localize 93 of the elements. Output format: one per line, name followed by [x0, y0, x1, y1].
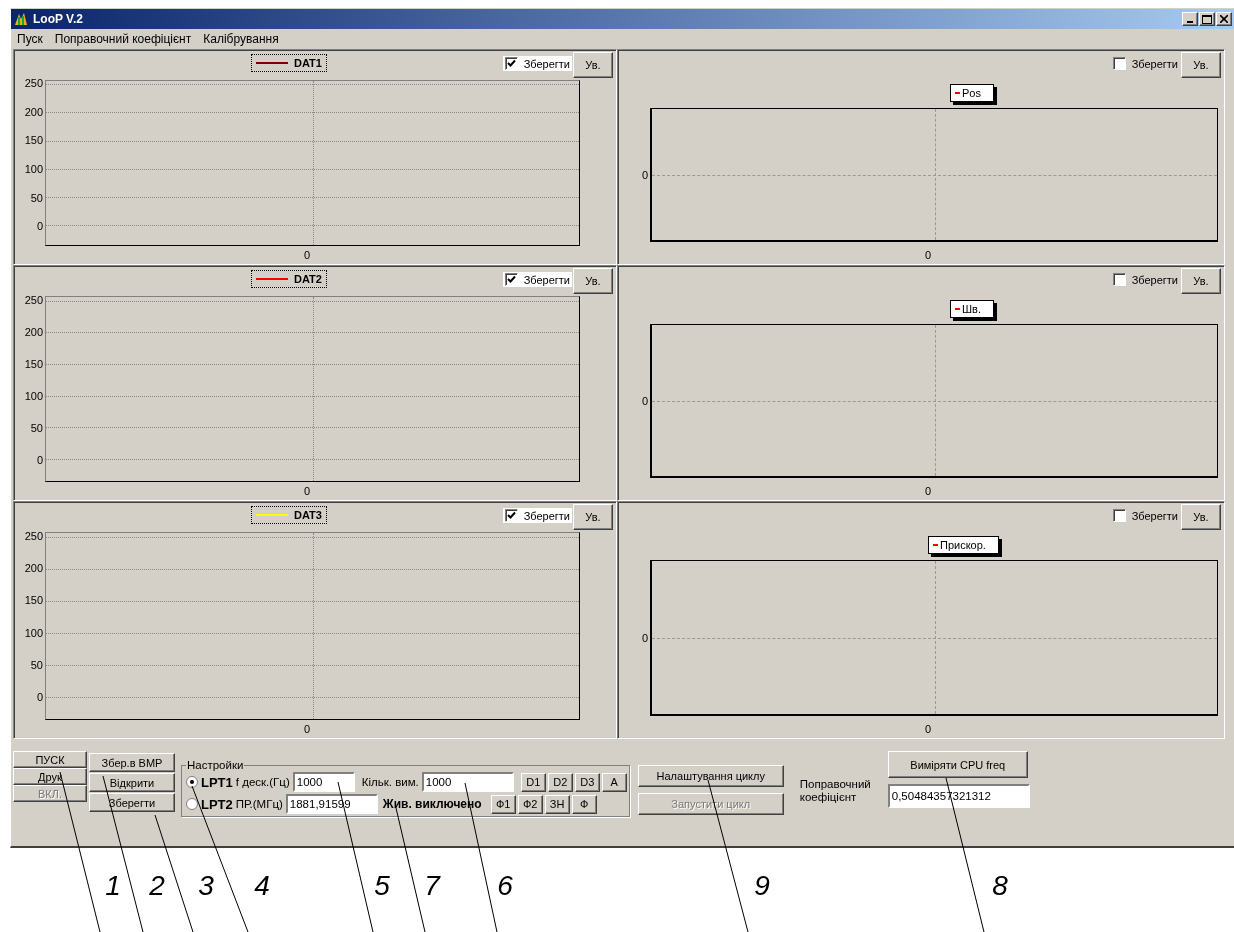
- window-title: LooP V.2: [33, 12, 84, 26]
- axis-tick-label: 100: [24, 389, 43, 402]
- input-field[interactable]: 1000: [421, 772, 514, 792]
- group-title: Настройки: [186, 759, 245, 771]
- axis-tick-label: 200: [24, 325, 43, 338]
- zoom-button[interactable]: Ув.: [1181, 268, 1221, 294]
- callout-number: 6: [497, 870, 513, 901]
- zoom-button[interactable]: Ув.: [1181, 52, 1221, 78]
- axis-tick-label: 200: [24, 562, 43, 575]
- radio-button[interactable]: [186, 798, 198, 810]
- callout-number: 4: [254, 870, 270, 901]
- channel-button[interactable]: Ф2: [517, 794, 543, 814]
- cycle-button[interactable]: Налаштування циклу: [637, 765, 784, 787]
- zoom-button[interactable]: Ув.: [573, 268, 613, 294]
- callout-number: 8: [992, 870, 1008, 901]
- axis-tick-label: 0: [303, 249, 311, 261]
- axis-tick-label: 150: [24, 594, 43, 607]
- axis-tick-label: 150: [24, 134, 43, 147]
- field-label: Кільк. вим.: [361, 776, 419, 788]
- chart-legend: Pos: [950, 84, 994, 102]
- axis-tick-label: 100: [24, 162, 43, 175]
- zoom-button[interactable]: Ув.: [1181, 504, 1221, 530]
- radio-label[interactable]: LPT2: [201, 796, 233, 812]
- channel-button[interactable]: Ф: [571, 794, 597, 814]
- status-text: Жив. виключено: [382, 797, 482, 811]
- callout-number: 2: [149, 870, 165, 901]
- axis-tick-label: 0: [303, 723, 311, 735]
- axis-tick-label: 200: [24, 105, 43, 118]
- radio-button[interactable]: [186, 776, 198, 788]
- channel-button[interactable]: A: [601, 772, 627, 792]
- checkbox[interactable]: [504, 57, 518, 70]
- axis-tick-label: 0: [924, 249, 932, 261]
- channel-button[interactable]: ЗН: [544, 794, 570, 814]
- axis-tick-label: 0: [303, 485, 311, 497]
- checkbox[interactable]: [504, 509, 518, 522]
- channel-button[interactable]: D1: [520, 772, 546, 792]
- input-field[interactable]: 1000: [292, 772, 355, 792]
- field-label: f деск.(Гц): [235, 776, 290, 788]
- checkbox[interactable]: [1112, 57, 1126, 70]
- axis-tick-label: 0: [924, 723, 932, 735]
- checkbox-label[interactable]: Зберегти: [1131, 57, 1178, 70]
- checkbox-label[interactable]: Зберегти: [1131, 509, 1178, 522]
- axis-tick-label: 50: [30, 421, 43, 434]
- chart-legend: Шв.: [950, 300, 994, 318]
- zoom-button[interactable]: Ув.: [573, 504, 613, 530]
- close-button[interactable]: [1216, 12, 1232, 26]
- axis-tick-label: 150: [24, 357, 43, 370]
- app-icon: [13, 11, 29, 27]
- axis-tick-label: 0: [641, 632, 648, 644]
- callout-number: 3: [198, 870, 214, 901]
- channel-button[interactable]: Ф1: [490, 794, 516, 814]
- channel-button[interactable]: D3: [574, 772, 600, 792]
- field-label: Поправочний коефіцієнт: [799, 778, 872, 804]
- checkbox[interactable]: [504, 273, 518, 286]
- axis-tick-label: 50: [30, 191, 43, 204]
- axis-tick-label: 0: [36, 220, 43, 233]
- menu-item[interactable]: Поправочний коефіцієнт: [54, 32, 192, 46]
- field-label: ПР.(МГц): [235, 798, 283, 810]
- callout-number: 9: [754, 870, 770, 901]
- axis-tick-label: 0: [641, 169, 648, 181]
- checkbox[interactable]: [1112, 509, 1126, 522]
- command-button[interactable]: ПУСК: [13, 751, 87, 768]
- close-icon: [1220, 15, 1228, 23]
- chart-legend: Прискор.: [928, 536, 999, 554]
- axis-tick-label: 250: [24, 529, 43, 542]
- axis-tick-label: 0: [36, 453, 43, 466]
- minimize-button[interactable]: [1182, 12, 1198, 26]
- chart-legend: DAT1: [251, 54, 327, 72]
- menu-item[interactable]: Пуск: [17, 32, 43, 46]
- maximize-button[interactable]: [1199, 12, 1215, 26]
- axis-tick-label: 0: [924, 485, 932, 497]
- input-field[interactable]: 1881,91599: [285, 794, 378, 814]
- file-button[interactable]: Відкрити: [89, 773, 175, 792]
- callout-number: 1: [105, 870, 121, 901]
- channel-button[interactable]: D2: [547, 772, 573, 792]
- axis-tick-label: 0: [36, 691, 43, 704]
- radio-label[interactable]: LPT1: [201, 774, 233, 790]
- chart-legend: DAT3: [251, 506, 327, 524]
- axis-tick-label: 250: [24, 77, 43, 90]
- axis-tick-label: 0: [641, 395, 648, 407]
- axis-tick-label: 50: [30, 659, 43, 672]
- callout-number: 7: [424, 870, 440, 901]
- axis-tick-label: 250: [24, 293, 43, 306]
- chart-legend: DAT2: [251, 270, 327, 288]
- callout-number: 5: [374, 870, 390, 901]
- axis-tick-label: 100: [24, 626, 43, 639]
- file-button[interactable]: Збер.в BMP: [89, 753, 175, 772]
- maximize-icon: [1202, 14, 1212, 24]
- checkbox-label[interactable]: Зберегти: [1131, 273, 1178, 286]
- measure-button[interactable]: Виміряти CPU freq: [887, 751, 1028, 778]
- checkbox[interactable]: [1112, 273, 1126, 286]
- menu-item[interactable]: Калібрування: [203, 32, 279, 46]
- zoom-button[interactable]: Ув.: [573, 52, 613, 78]
